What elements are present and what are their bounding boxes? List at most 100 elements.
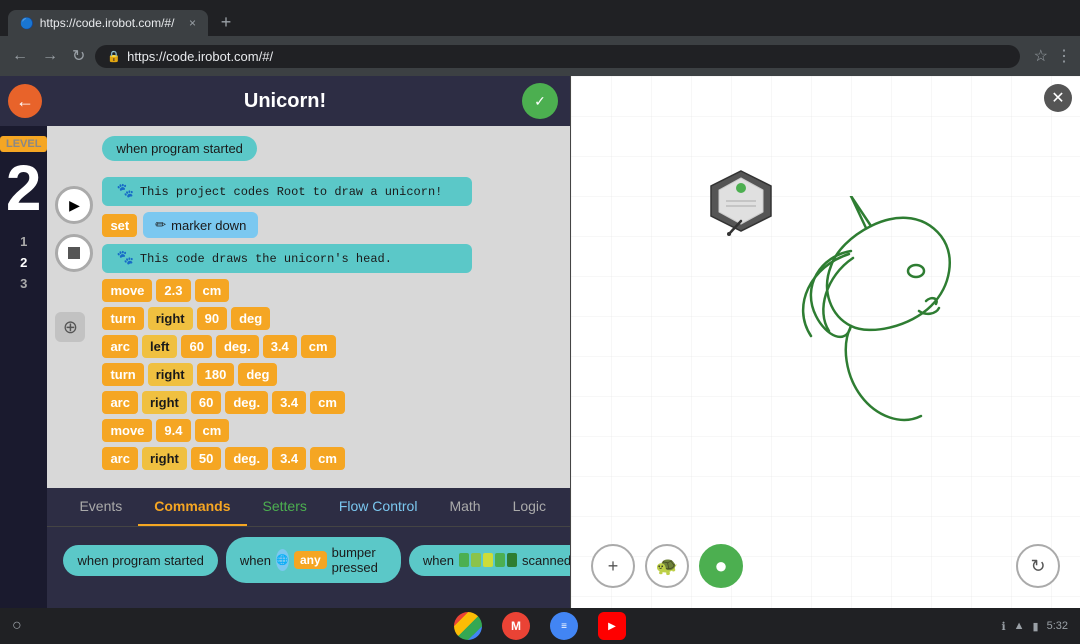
sim-zoom-button[interactable]: + (591, 544, 635, 588)
new-tab-button[interactable]: + (212, 8, 240, 36)
sim-play-button[interactable]: ● (699, 544, 743, 588)
palette-block-scanned[interactable]: when scanned (409, 545, 570, 576)
level-sidebar: LEVEL 2 1 2 3 (0, 126, 47, 608)
event-label: when program started (116, 141, 242, 156)
tab-flow-control[interactable]: Flow Control (323, 488, 434, 526)
bookmark-icon[interactable]: ☆ (1034, 46, 1048, 66)
refresh-button[interactable]: ↻ (68, 42, 89, 70)
address-url[interactable]: https://code.irobot.com/#/ (127, 49, 273, 64)
turn-value-1[interactable]: 90 (197, 307, 227, 330)
robot-avatar (701, 166, 781, 241)
arc-cm-3[interactable]: 3.4 (272, 447, 306, 470)
arc-dir-1[interactable]: left (142, 335, 178, 358)
arc-dir-2[interactable]: right (142, 391, 187, 414)
set-marker-block[interactable]: set ✏ marker down (102, 212, 570, 238)
event-block-program-started[interactable]: when program started (102, 136, 256, 161)
unicorn-drawing (771, 196, 1071, 456)
palette-block-program-started[interactable]: when program started (63, 545, 217, 576)
arc-deg-3[interactable]: 50 (191, 447, 221, 470)
comment-text-2: This code draws the unicorn's head. (140, 252, 392, 266)
taskbar-youtube[interactable]: ▶ (598, 612, 626, 640)
turn-dir-1[interactable]: right (148, 307, 193, 330)
info-icon: ℹ (1001, 620, 1005, 633)
arc-degunit-1: deg. (216, 335, 259, 358)
level-item-3[interactable]: 3 (20, 276, 27, 291)
palette-block-bumper-pressed[interactable]: when 🌐 any bumper pressed (226, 537, 401, 583)
tab-commands[interactable]: Commands (138, 488, 246, 526)
level-item-2[interactable]: 2 (20, 255, 27, 270)
tab-math[interactable]: Math (433, 488, 496, 526)
any-badge: any (294, 551, 327, 569)
tab-logic[interactable]: Logic (497, 488, 562, 526)
sim-play-icon: ● (714, 553, 727, 579)
turn-label-2: turn (102, 363, 143, 386)
arc-cm-2[interactable]: 3.4 (272, 391, 306, 414)
back-button[interactable]: ← (8, 43, 32, 69)
sim-refresh-button[interactable]: ↻ (1016, 544, 1060, 588)
comment-text-1: This project codes Root to draw a unicor… (140, 185, 442, 199)
palette-tab-bar: Events Commands Setters Flow Control Mat (47, 488, 570, 527)
back-to-home-button[interactable]: ← (8, 84, 42, 118)
comment-block-2[interactable]: 🐾 This code draws the unicorn's head. (102, 244, 472, 273)
move-block-1[interactable]: move 2.3 cm (102, 279, 570, 302)
arc-block-2[interactable]: arc right 60 deg. 3.4 cm (102, 391, 570, 414)
taskbar-docs[interactable]: ≡ (550, 612, 578, 640)
turn-unit-2: deg (238, 363, 277, 386)
zoom-button[interactable]: ⊕ (55, 312, 85, 342)
tab-setters[interactable]: Setters (247, 488, 323, 526)
taskbar-chrome[interactable] (454, 612, 482, 640)
move-value-2[interactable]: 9.4 (156, 419, 190, 442)
stop-button[interactable] (55, 234, 93, 272)
move-unit-2: cm (195, 419, 230, 442)
tab-events[interactable]: Events (63, 488, 138, 526)
set-label: set (102, 214, 137, 237)
comment-icon-1: 🐾 (116, 183, 133, 200)
move-label-2: move (102, 419, 152, 442)
block-palette: Events Commands Setters Flow Control Mat (47, 488, 570, 608)
move-label-1: move (102, 279, 152, 302)
arc-block-3[interactable]: arc right 50 deg. 3.4 cm (102, 447, 570, 470)
stop-icon (68, 247, 80, 259)
color-strip (459, 553, 517, 567)
taskbar: ○ M ≡ ▶ ℹ ▲ ▮ 5:32 (0, 608, 1080, 644)
tab-close[interactable]: × (189, 16, 196, 30)
turn-unit-1: deg (231, 307, 270, 330)
arc-label-2: arc (102, 391, 138, 414)
marker-text: marker down (171, 218, 246, 233)
arc-label-1: arc (102, 335, 138, 358)
refresh-icon: ↻ (1030, 556, 1045, 577)
arc-block-1[interactable]: arc left 60 deg. 3.4 cm (102, 335, 570, 358)
comment-icon-2: 🐾 (116, 250, 133, 267)
move-block-2[interactable]: move 9.4 cm (102, 419, 570, 442)
arc-cmunit-2: cm (310, 391, 345, 414)
turn-block-2[interactable]: turn right 180 deg (102, 363, 570, 386)
turn-value-2[interactable]: 180 (197, 363, 235, 386)
wifi-icon: ▲ (1014, 620, 1025, 632)
arc-deg-2[interactable]: 60 (191, 391, 221, 414)
comment-block-1[interactable]: 🐾 This project codes Root to draw a unic… (102, 177, 472, 206)
forward-button[interactable]: → (38, 43, 62, 69)
simulator-close-button[interactable]: ✕ (1044, 84, 1072, 112)
arc-cmunit-3: cm (310, 447, 345, 470)
taskbar-gmail[interactable]: M (502, 612, 530, 640)
taskbar-system-icon: ○ (12, 617, 22, 635)
menu-icon[interactable]: ⋮ (1056, 46, 1072, 66)
arc-cm-1[interactable]: 3.4 (263, 335, 297, 358)
sim-turtle-button[interactable]: 🐢 (645, 544, 689, 588)
arc-deg-1[interactable]: 60 (181, 335, 211, 358)
arc-label-3: arc (102, 447, 138, 470)
robot-status-icon: ✓ (522, 83, 558, 119)
marker-icon: ✏ (155, 217, 166, 233)
move-value-1[interactable]: 2.3 (156, 279, 190, 302)
play-button[interactable]: ▶ (55, 186, 93, 224)
taskbar-system-tray: ℹ ▲ ▮ 5:32 (1001, 620, 1068, 633)
clock: 5:32 (1047, 620, 1068, 632)
globe-icon: 🌐 (276, 549, 289, 571)
arc-dir-3[interactable]: right (142, 447, 187, 470)
when-label-bumper: when (240, 553, 271, 568)
level-item-1[interactable]: 1 (20, 234, 27, 249)
back-arrow-icon: ← (16, 91, 34, 112)
turn-dir-2[interactable]: right (148, 363, 193, 386)
zoom-plus-icon: + (608, 556, 619, 577)
turn-block-1[interactable]: turn right 90 deg (102, 307, 570, 330)
